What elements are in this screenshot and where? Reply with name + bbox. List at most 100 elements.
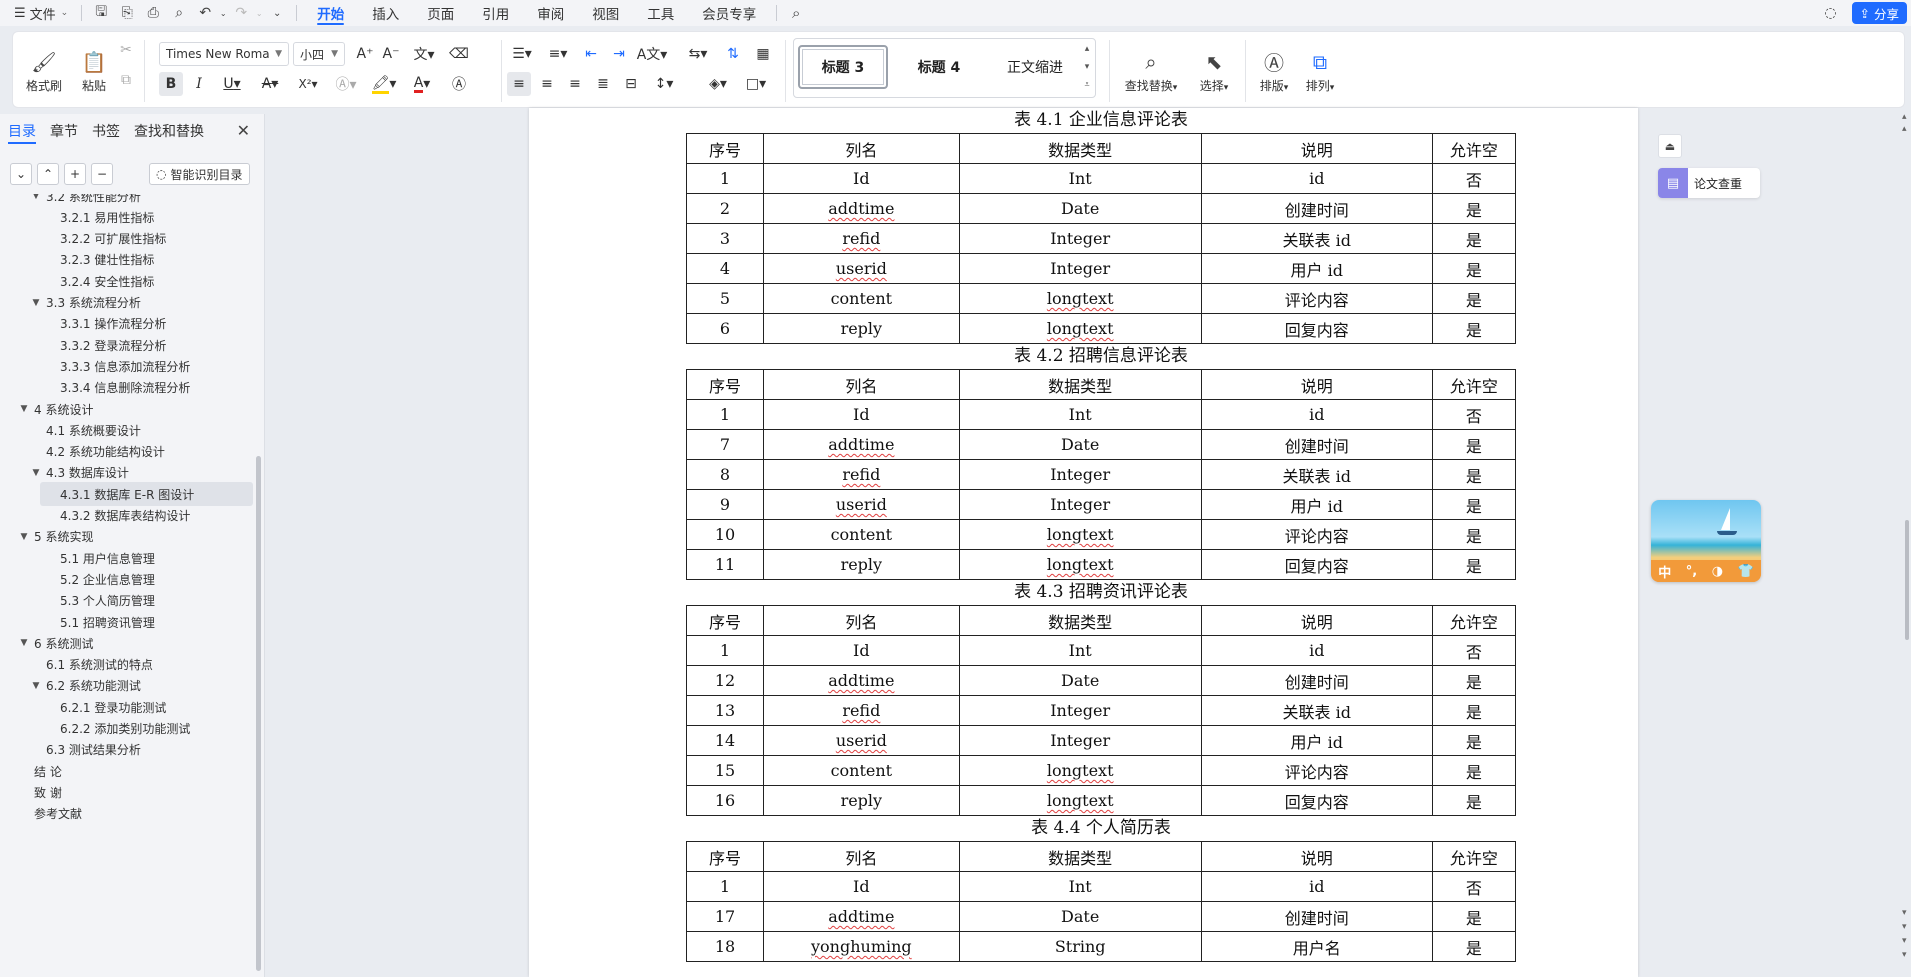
copy-icon[interactable]: ⧉ (114, 68, 138, 92)
table-cell[interactable]: userid (763, 253, 960, 284)
scroll-down-icon[interactable]: ▾ (1902, 936, 1907, 946)
table-cell[interactable]: addtime (763, 193, 960, 224)
nav-tab[interactable]: 书签 (92, 114, 120, 148)
table-cell[interactable]: 3 (685, 223, 765, 254)
style-body-indent[interactable]: 正文缩进 (990, 45, 1080, 89)
table-cell[interactable]: 6 (685, 313, 765, 344)
table-cell[interactable]: 创建时间 (1200, 901, 1433, 932)
table-cell[interactable]: 是 (1431, 223, 1517, 254)
table-cell[interactable]: 用户 id (1200, 253, 1433, 284)
toc-item[interactable]: 参考文献 (0, 802, 255, 826)
table-cell[interactable]: reply (763, 785, 960, 816)
layout-button[interactable]: Ⓐ 排版▾ (1251, 38, 1297, 102)
font-color-button[interactable]: A ▾ (405, 72, 439, 96)
table-cell[interactable]: 是 (1431, 665, 1517, 696)
table-cell[interactable]: 是 (1431, 429, 1517, 460)
arrange-button[interactable]: ⧉ 排列▾ (1297, 38, 1343, 102)
table-cell[interactable]: 1 (685, 399, 765, 430)
paste-button[interactable]: 📋 粘贴 (71, 38, 117, 102)
table-cell[interactable]: longtext (958, 519, 1202, 550)
numbered-list-icon[interactable]: ≡▾ (543, 42, 573, 66)
table-cell[interactable]: 是 (1431, 549, 1517, 580)
table-cell[interactable]: 7 (685, 429, 765, 460)
justify-icon[interactable]: ≣ (591, 72, 615, 96)
expand-arrow-icon[interactable]: ▼ (30, 194, 42, 201)
chevron-down-icon[interactable]: ▾ (1081, 59, 1093, 75)
table-cell[interactable]: Int (958, 399, 1202, 430)
remove-heading-icon[interactable]: − (91, 163, 113, 185)
table-cell[interactable]: id (1200, 399, 1433, 430)
table-cell[interactable]: Int (958, 871, 1202, 902)
menu-tab[interactable]: 视图 (578, 0, 633, 26)
table-cell[interactable]: 创建时间 (1200, 193, 1433, 224)
table-cell[interactable]: userid (763, 725, 960, 756)
table-cell[interactable]: 18 (685, 931, 765, 962)
table-cell[interactable]: 回复内容 (1200, 549, 1433, 580)
table-cell[interactable]: Integer (958, 695, 1202, 726)
borders-icon[interactable]: □▾ (741, 72, 771, 96)
expand-up-icon[interactable]: ⌃ (37, 163, 59, 185)
table-cell[interactable]: 4 (685, 253, 765, 284)
table-cell[interactable]: 是 (1431, 785, 1517, 816)
redo-dropdown-icon[interactable]: ⌄ (254, 0, 264, 26)
table-cell[interactable]: Integer (958, 223, 1202, 254)
chat-icon[interactable]: ◌ (1818, 0, 1844, 26)
nav-tab[interactable]: 目录 (8, 114, 36, 148)
superscript-button[interactable]: X² ▾ (291, 72, 325, 96)
italic-button[interactable]: I (187, 72, 211, 96)
menu-tab[interactable]: 引用 (468, 0, 523, 26)
table-cell[interactable]: Date (958, 193, 1202, 224)
expand-arrow-icon[interactable]: ▼ (18, 532, 30, 542)
table-cell[interactable]: 否 (1431, 163, 1517, 194)
table-cell[interactable]: 15 (685, 755, 765, 786)
table-cell[interactable]: id (1200, 163, 1433, 194)
menu-tab[interactable]: 插入 (358, 0, 413, 26)
menu-tab[interactable]: 会员专享 (688, 0, 770, 26)
table-cell[interactable]: 评论内容 (1200, 519, 1433, 550)
table-cell[interactable]: longtext (958, 283, 1202, 314)
table-cell[interactable]: String (958, 931, 1202, 962)
table-cell[interactable]: 14 (685, 725, 765, 756)
align-right-icon[interactable]: ≡ (563, 72, 587, 96)
table-cell[interactable]: addtime (763, 429, 960, 460)
table-cell[interactable]: 16 (685, 785, 765, 816)
table-cell[interactable]: Id (763, 399, 960, 430)
scroll-up-icon[interactable]: ▴ (1902, 124, 1907, 134)
table-cell[interactable]: Id (763, 635, 960, 666)
table-cell[interactable]: Integer (958, 253, 1202, 284)
expand-icon[interactable]: ⩡ (1081, 77, 1093, 93)
table-cell[interactable]: 是 (1431, 695, 1517, 726)
align-center-icon[interactable]: ≡ (535, 72, 559, 96)
sort-icon[interactable]: ⇅ (721, 42, 745, 66)
shading-icon[interactable]: ◈▾ (703, 72, 733, 96)
expand-arrow-icon[interactable]: ▼ (30, 298, 42, 308)
style-heading-4[interactable]: 标题 4 (894, 45, 984, 89)
table-cell[interactable]: 是 (1431, 755, 1517, 786)
table-cell[interactable]: 1 (685, 871, 765, 902)
table-cell[interactable]: 关联表 id (1200, 459, 1433, 490)
table-cell[interactable]: Id (763, 871, 960, 902)
table-cell[interactable]: 12 (685, 665, 765, 696)
table-cell[interactable]: 是 (1431, 253, 1517, 284)
add-heading-icon[interactable]: + (64, 163, 86, 185)
text-effect-icon[interactable]: Ⓐ▾ (329, 72, 363, 96)
expand-arrow-icon[interactable]: ▼ (18, 638, 30, 648)
shrink-font-icon[interactable]: A⁻ (379, 42, 403, 66)
menu-tab[interactable]: 审阅 (523, 0, 578, 26)
table-cell[interactable]: content (763, 283, 960, 314)
table-cell[interactable]: Int (958, 635, 1202, 666)
font-size-select[interactable]: 小四 ▼ (293, 42, 345, 66)
table-cell[interactable]: 10 (685, 519, 765, 550)
nav-tab[interactable]: 查找和替换 (134, 114, 204, 148)
line-spacing-icon[interactable]: ↕▾ (649, 72, 679, 96)
table-cell[interactable]: Id (763, 163, 960, 194)
table-cell[interactable]: 9 (685, 489, 765, 520)
menu-tab[interactable]: 页面 (413, 0, 468, 26)
table-cell[interactable]: id (1200, 635, 1433, 666)
table-cell[interactable]: 是 (1431, 725, 1517, 756)
table-cell[interactable]: id (1200, 871, 1433, 902)
close-icon[interactable]: ✕ (237, 121, 250, 140)
table-cell[interactable]: longtext (958, 755, 1202, 786)
window-scrollbar[interactable] (1905, 520, 1909, 640)
table-cell[interactable]: 2 (685, 193, 765, 224)
